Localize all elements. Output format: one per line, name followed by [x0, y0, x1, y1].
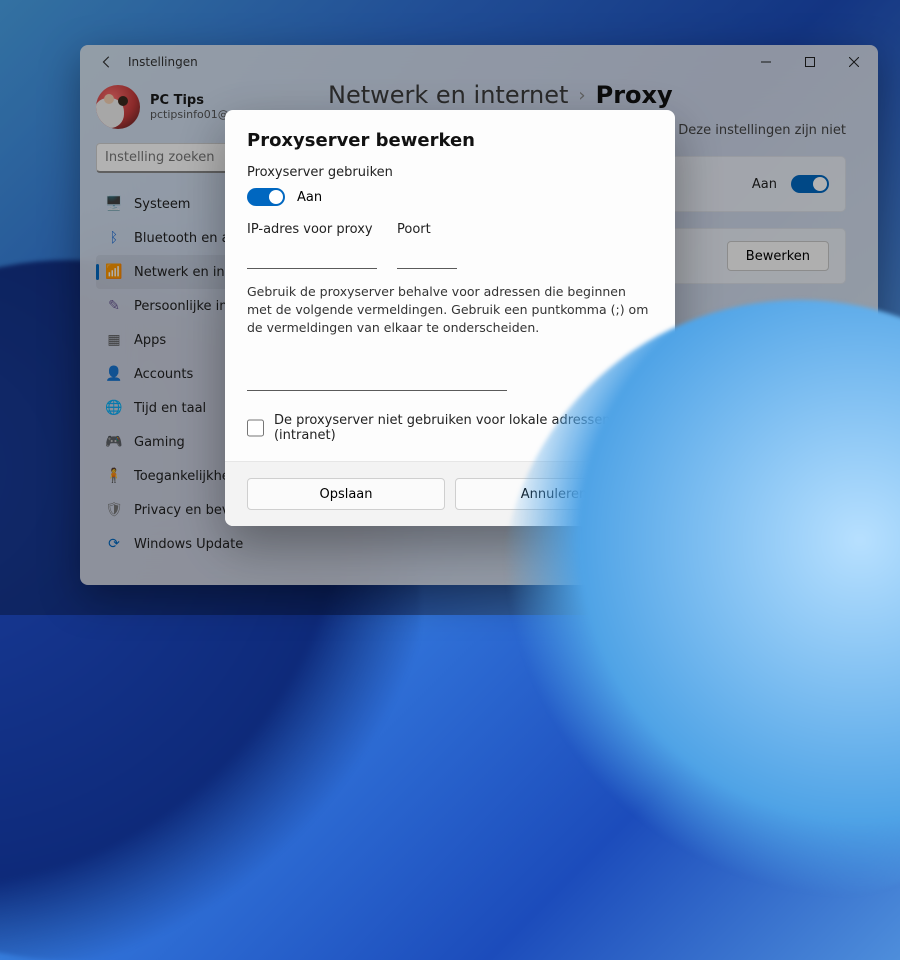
port-label: Poort — [397, 222, 457, 237]
dialog-footer: Opslaan Annuleren — [225, 461, 675, 526]
bypass-local-label: De proxyserver niet gebruiken voor lokal… — [274, 413, 653, 443]
ip-input[interactable] — [247, 241, 377, 269]
use-proxy-toggle[interactable] — [247, 188, 285, 206]
toggle-state-label: Aan — [297, 190, 322, 205]
port-input[interactable] — [397, 241, 457, 269]
use-proxy-label: Proxyserver gebruiken — [247, 165, 653, 180]
cancel-button[interactable]: Annuleren — [455, 478, 653, 510]
edit-button[interactable]: Bewerken — [727, 357, 829, 387]
save-button[interactable]: Opslaan — [247, 478, 445, 510]
proxy-dialog: Proxyserver bewerken Proxyserver gebruik… — [225, 110, 675, 526]
exceptions-hint: Gebruik de proxyserver behalve voor adre… — [247, 283, 653, 337]
modal-overlay: Proxyserver bewerken Proxyserver gebruik… — [0, 0, 900, 615]
bypass-local-checkbox[interactable] — [247, 419, 264, 437]
dialog-title: Proxyserver bewerken — [247, 130, 653, 151]
exceptions-input[interactable] — [247, 347, 507, 391]
ip-label: IP-adres voor proxy — [247, 222, 377, 237]
bypass-local-row[interactable]: De proxyserver niet gebruiken voor lokal… — [247, 413, 653, 443]
